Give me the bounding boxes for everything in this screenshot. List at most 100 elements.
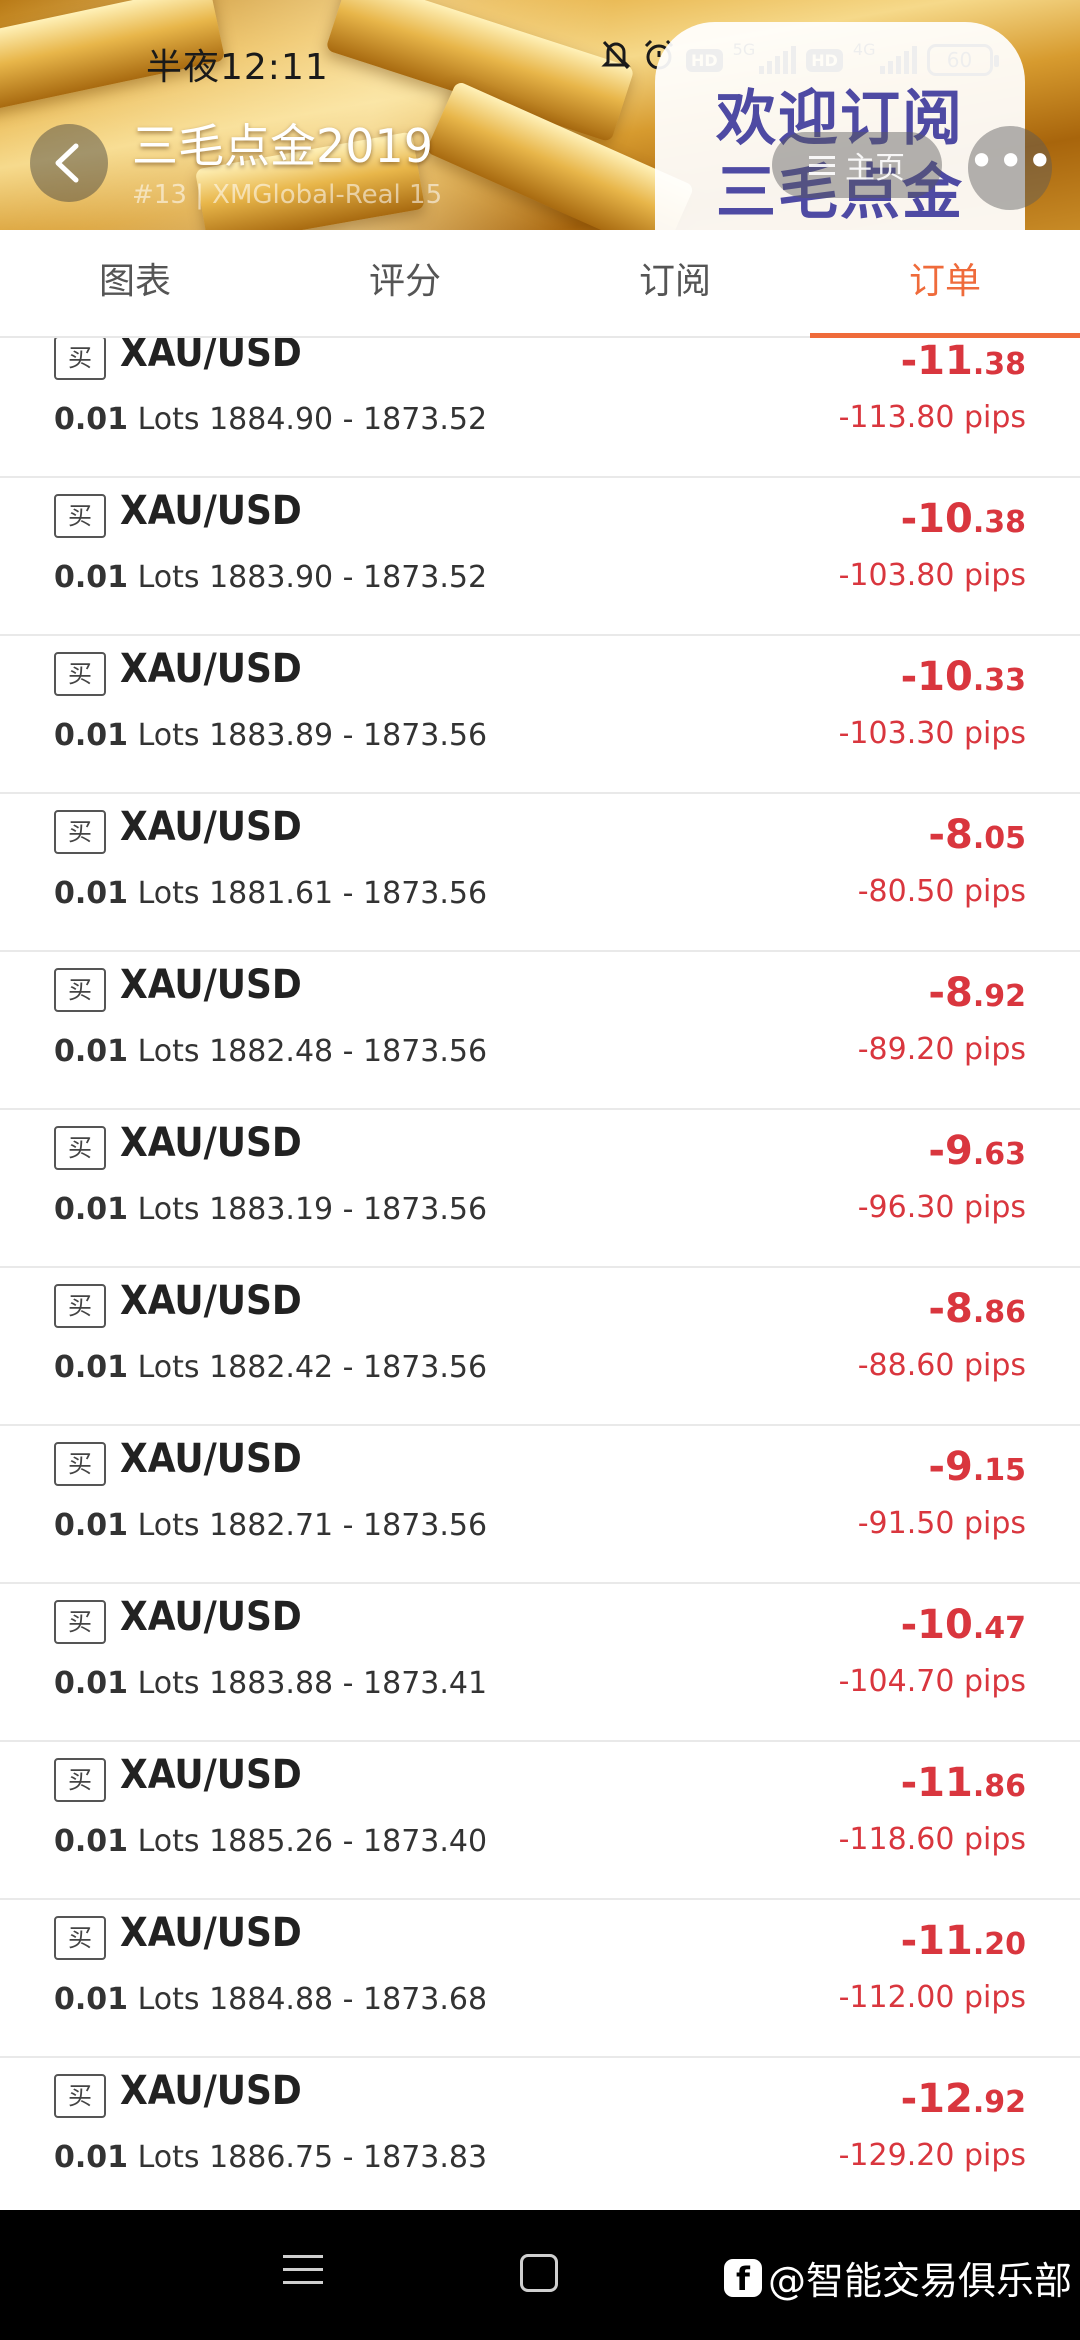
order-row-content: 买 XAU/USD 0.01 Lots 1883.89 - 1873.56 -1… xyxy=(0,636,1080,794)
order-lots: 0.01 xyxy=(54,560,129,595)
price-separator: - xyxy=(342,876,354,911)
order-row[interactable]: 买 XAU/USD 0.01 Lots 1882.42 - 1873.56 -8… xyxy=(0,1268,1080,1426)
more-options-button[interactable]: ••• xyxy=(968,126,1053,210)
tab-subscribe[interactable]: 订阅 xyxy=(540,230,810,336)
order-row[interactable]: 买 XAU/USD 0.01 Lots 1883.88 - 1873.41 -1… xyxy=(0,1584,1080,1742)
order-open-price: 1881.61 xyxy=(209,876,334,911)
order-open-price: 1883.88 xyxy=(209,1666,334,1701)
order-row[interactable]: 买 XAU/USD 0.01 Lots 1883.89 - 1873.56 -1… xyxy=(0,636,1080,794)
order-profit-int: -10 xyxy=(900,1602,973,1648)
back-button[interactable] xyxy=(30,124,108,202)
order-lots: 0.01 xyxy=(54,1508,129,1543)
buy-type-badge: 买 xyxy=(54,968,106,1012)
order-symbol: XAU/USD xyxy=(120,1752,302,1798)
watermark: f @智能交易俱乐部 xyxy=(724,2250,1072,2305)
order-lots: 0.01 xyxy=(54,1192,129,1227)
tab-rating[interactable]: 评分 xyxy=(270,230,540,336)
order-row[interactable]: 买 XAU/USD 0.01 Lots 1881.61 - 1873.56 -8… xyxy=(0,794,1080,952)
tab-chart[interactable]: 图表 xyxy=(0,230,270,336)
order-row-content: 买 XAU/USD 0.01 Lots 1882.42 - 1873.56 -8… xyxy=(0,1268,1080,1426)
order-row[interactable]: 买 XAU/USD 0.01 Lots 1883.19 - 1873.56 -9… xyxy=(0,1110,1080,1268)
order-row[interactable]: 买 XAU/USD 0.01 Lots 1882.71 - 1873.56 -9… xyxy=(0,1426,1080,1584)
order-details: 0.01 Lots 1884.90 - 1873.52 xyxy=(54,402,487,437)
account-subtitle: #13 | XMGlobal-Real 15 xyxy=(132,180,443,210)
home-button[interactable]: 主页 xyxy=(772,132,942,198)
order-profit-dec: .63 xyxy=(972,1137,1026,1172)
watermark-text: @智能交易俱乐部 xyxy=(768,2259,1073,2303)
order-profit-int: -8 xyxy=(928,812,973,858)
menu-icon xyxy=(809,151,835,180)
order-row[interactable]: 买 XAU/USD 0.01 Lots 1882.48 - 1873.56 -8… xyxy=(0,952,1080,1110)
order-row[interactable]: 买 XAU/USD 0.01 Lots 1883.90 - 1873.52 -1… xyxy=(0,478,1080,636)
order-close-price: 1873.83 xyxy=(363,2140,488,2175)
order-profit-dec: .33 xyxy=(972,663,1026,698)
order-profit: -9.63 xyxy=(928,1128,1026,1174)
home-button-label: 主页 xyxy=(845,151,905,186)
buy-type-badge: 买 xyxy=(54,1600,106,1644)
order-profit-dec: .86 xyxy=(972,1295,1026,1330)
order-lots-unit: Lots xyxy=(137,1982,200,2017)
order-symbol: XAU/USD xyxy=(120,1910,302,1956)
order-pips: -103.80 pips xyxy=(838,558,1026,593)
price-separator: - xyxy=(342,1350,354,1385)
order-row-content: 买 XAU/USD 0.01 Lots 1883.90 - 1873.52 -1… xyxy=(0,478,1080,636)
orders-list: 买 XAU/USD 0.01 Lots 1884.90 - 1873.52 -1… xyxy=(0,338,1080,2210)
order-open-price: 1882.48 xyxy=(209,1034,334,1069)
order-row[interactable]: 买 XAU/USD 0.01 Lots 1885.26 - 1873.40 -1… xyxy=(0,1742,1080,1900)
order-lots: 0.01 xyxy=(54,1350,129,1385)
order-details: 0.01 Lots 1883.88 - 1873.41 xyxy=(54,1666,487,1701)
order-profit: -10.47 xyxy=(901,1602,1026,1648)
order-details: 0.01 Lots 1881.61 - 1873.56 xyxy=(54,876,487,911)
order-lots: 0.01 xyxy=(54,402,129,437)
order-pips: -80.50 pips xyxy=(857,874,1026,909)
order-profit-dec: .92 xyxy=(972,979,1026,1014)
recent-apps-button[interactable] xyxy=(283,2255,323,2294)
order-row[interactable]: 买 XAU/USD 0.01 Lots 1884.90 - 1873.52 -1… xyxy=(0,338,1080,478)
order-profit-dec: .38 xyxy=(972,505,1026,540)
buy-type-badge: 买 xyxy=(54,2074,106,2118)
order-open-price: 1884.88 xyxy=(209,1982,334,2017)
order-row-content: 买 XAU/USD 0.01 Lots 1885.26 - 1873.40 -1… xyxy=(0,1742,1080,1900)
order-details: 0.01 Lots 1884.88 - 1873.68 xyxy=(54,1982,487,2017)
order-pips: -89.20 pips xyxy=(857,1032,1026,1067)
order-profit: -8.86 xyxy=(928,1286,1026,1332)
price-separator: - xyxy=(342,2140,354,2175)
tab-orders[interactable]: 订单 xyxy=(810,230,1080,338)
order-profit: -11.20 xyxy=(901,1918,1026,1964)
order-profit: -10.38 xyxy=(901,496,1026,542)
nav-home-button[interactable] xyxy=(520,2254,558,2292)
promo-overlay: 欢迎订阅 三毛点金 xyxy=(655,22,1025,230)
order-row[interactable]: 买 XAU/USD 0.01 Lots 1886.75 - 1873.83 -1… xyxy=(0,2058,1080,2210)
order-details: 0.01 Lots 1883.19 - 1873.56 xyxy=(54,1192,487,1227)
order-open-price: 1885.26 xyxy=(209,1824,334,1859)
buy-type-badge: 买 xyxy=(54,1442,106,1486)
order-symbol: XAU/USD xyxy=(120,1436,302,1482)
buy-type-badge: 买 xyxy=(54,1284,106,1328)
order-details: 0.01 Lots 1882.71 - 1873.56 xyxy=(54,1508,487,1543)
order-open-price: 1883.19 xyxy=(209,1192,334,1227)
order-symbol: XAU/USD xyxy=(120,488,302,534)
order-profit: -10.33 xyxy=(901,654,1026,700)
order-details: 0.01 Lots 1882.42 - 1873.56 xyxy=(54,1350,487,1385)
order-profit: -8.92 xyxy=(928,970,1026,1016)
order-row-content: 买 XAU/USD 0.01 Lots 1882.48 - 1873.56 -8… xyxy=(0,952,1080,1110)
buy-type-badge: 买 xyxy=(54,338,106,380)
order-row[interactable]: 买 XAU/USD 0.01 Lots 1884.88 - 1873.68 -1… xyxy=(0,1900,1080,2058)
order-lots: 0.01 xyxy=(54,1034,129,1069)
order-symbol: XAU/USD xyxy=(120,338,302,376)
order-profit-int: -8 xyxy=(928,1286,973,1332)
order-row-content: 买 XAU/USD 0.01 Lots 1883.19 - 1873.56 -9… xyxy=(0,1110,1080,1268)
order-open-price: 1884.90 xyxy=(209,402,334,437)
order-symbol: XAU/USD xyxy=(120,804,302,850)
order-profit-int: -11 xyxy=(900,1760,973,1806)
order-symbol: XAU/USD xyxy=(120,2068,302,2114)
order-profit-dec: .15 xyxy=(972,1453,1026,1488)
order-profit-int: -11 xyxy=(900,1918,973,1964)
order-open-price: 1882.71 xyxy=(209,1508,334,1543)
price-separator: - xyxy=(342,1666,354,1701)
order-symbol: XAU/USD xyxy=(120,1594,302,1640)
order-details: 0.01 Lots 1882.48 - 1873.56 xyxy=(54,1034,487,1069)
bell-off-icon xyxy=(600,38,632,83)
order-row-content: 买 XAU/USD 0.01 Lots 1883.88 - 1873.41 -1… xyxy=(0,1584,1080,1742)
order-profit-dec: .05 xyxy=(972,821,1026,856)
